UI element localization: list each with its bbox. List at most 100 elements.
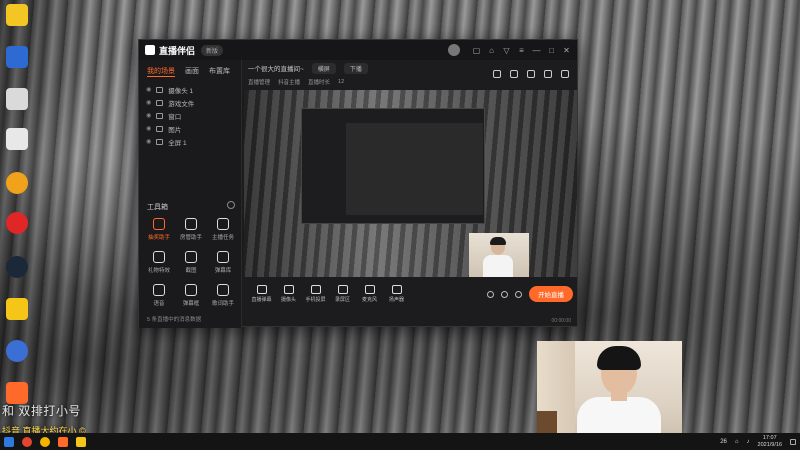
tool-screenshot[interactable]: 截图 bbox=[175, 251, 207, 274]
shirt-icon[interactable]: ▽ bbox=[502, 46, 511, 55]
store-icon[interactable] bbox=[493, 70, 501, 78]
desktop-icon-orange[interactable] bbox=[6, 382, 28, 404]
gift-icon bbox=[153, 251, 165, 263]
source-row[interactable]: ◉ 游戏文件 bbox=[139, 96, 241, 109]
tool-voice[interactable]: 语音 bbox=[143, 284, 175, 307]
start-live-button[interactable]: 开始直播 bbox=[529, 286, 573, 302]
monitor-icon bbox=[256, 285, 267, 294]
ctrl-label: 录屏区 bbox=[334, 297, 350, 303]
box-icon bbox=[185, 284, 197, 296]
tool-label: 截图 bbox=[185, 268, 197, 274]
gift-icon[interactable]: ⌂ bbox=[487, 46, 496, 55]
eye-icon[interactable]: ◉ bbox=[146, 99, 151, 106]
version-badge[interactable]: 新版 bbox=[201, 44, 224, 56]
wifi-icon[interactable]: ⌂ bbox=[735, 439, 739, 445]
chrome-icon[interactable] bbox=[40, 436, 50, 447]
eye-icon[interactable] bbox=[501, 290, 508, 298]
ctrl-label: 麦克风 bbox=[361, 297, 377, 303]
source-row[interactable]: ◉ 全屏 1 bbox=[139, 135, 241, 148]
ctrl-mic[interactable]: 麦克风 bbox=[356, 285, 383, 303]
tool-lyrics[interactable]: 歌词助手 bbox=[207, 284, 239, 307]
camera-source-icon bbox=[156, 86, 164, 93]
ctrl-label: 摄像头 bbox=[280, 297, 296, 303]
desktop-icon-file[interactable] bbox=[6, 88, 28, 110]
tool-tasks[interactable]: 主播任务 bbox=[207, 218, 239, 241]
ctrl-record-area[interactable]: 录屏区 bbox=[329, 285, 356, 303]
desktop-icon-game[interactable] bbox=[6, 172, 28, 194]
notification-icon[interactable] bbox=[790, 438, 796, 445]
message-icon[interactable]: ▢ bbox=[472, 46, 481, 55]
desktop-icon-app-yellow[interactable] bbox=[6, 298, 28, 320]
streamer-hair bbox=[597, 346, 641, 370]
settings-icon[interactable] bbox=[515, 290, 522, 298]
meta-manage[interactable]: 直播管理 bbox=[248, 78, 270, 86]
ctrl-danmu[interactable]: 直播弹幕 bbox=[248, 285, 275, 303]
minimize-icon[interactable]: — bbox=[532, 46, 541, 55]
nested-preview-inner bbox=[346, 123, 483, 215]
tool-gift-effects[interactable]: 礼物特效 bbox=[143, 251, 175, 274]
sidebar-footer[interactable]: 5 条直播中的消息数据 bbox=[147, 315, 201, 323]
ctrl-camera[interactable]: 摄像头 bbox=[275, 285, 302, 303]
desktop-icon-document[interactable] bbox=[6, 128, 28, 150]
play-icon bbox=[337, 285, 348, 294]
tool-label: 弹幕库 bbox=[214, 268, 232, 274]
stream-preview[interactable] bbox=[244, 90, 577, 277]
orientation-pill[interactable]: 横屏 bbox=[311, 62, 336, 74]
tool-lottery[interactable]: 抽奖助手 bbox=[143, 218, 175, 241]
status-pill[interactable]: 下播 bbox=[343, 62, 368, 74]
clock-date: 2021/9/16 bbox=[757, 441, 782, 448]
bell-icon[interactable] bbox=[544, 70, 552, 78]
source-label: 全屏 1 bbox=[168, 139, 187, 147]
menu-icon[interactable]: ≡ bbox=[517, 46, 526, 55]
source-row[interactable]: ◉ 摄像头 1 bbox=[139, 83, 241, 96]
music-icon bbox=[217, 284, 229, 296]
desktop-icon-app[interactable] bbox=[6, 46, 28, 68]
source-row[interactable]: ◉ 图片 bbox=[139, 122, 241, 135]
source-row[interactable]: ◉ 窗口 bbox=[139, 109, 241, 122]
taskbar-live-icon[interactable] bbox=[58, 436, 68, 447]
copy-icon[interactable] bbox=[527, 70, 535, 78]
clock[interactable]: 17:07 2021/9/16 bbox=[758, 435, 782, 449]
tools-settings-icon[interactable] bbox=[227, 201, 235, 209]
maximize-icon[interactable]: □ bbox=[547, 46, 556, 55]
livestream-app-window: 直播伴侣 新版 ▢ ⌂ ▽ ≡ — □ ✕ 我的场景 画面 布置库 ◉ 摄像头 1… bbox=[138, 39, 579, 328]
status-bar: 00:00:00 bbox=[242, 315, 579, 326]
desktop-icon-folder[interactable] bbox=[6, 4, 28, 26]
eye-icon[interactable]: ◉ bbox=[146, 125, 151, 132]
desktop-icon-netease-music[interactable] bbox=[6, 212, 28, 234]
close-icon[interactable]: ✕ bbox=[562, 46, 571, 55]
tray-language[interactable]: 26 bbox=[720, 439, 727, 445]
app-name: 直播伴侣 bbox=[159, 45, 196, 56]
tools-grid: 抽奖助手 房管助手 主播任务 礼物特效 截图 弹幕库 语音 弹幕框 歌词助手 bbox=[143, 218, 239, 307]
preview-webcam[interactable] bbox=[469, 233, 529, 277]
tab-scenes[interactable]: 我的场景 bbox=[147, 66, 175, 77]
taskbar: 26 ⌂ ♪ 17:07 2021/9/16 bbox=[0, 433, 800, 450]
streamer-body bbox=[483, 255, 513, 277]
eye-icon[interactable]: ◉ bbox=[146, 138, 151, 145]
source-label: 游戏文件 bbox=[168, 100, 195, 108]
taskbar-folder-icon[interactable] bbox=[76, 436, 86, 447]
meta-anchor[interactable]: 抖音主播 bbox=[278, 78, 300, 86]
tool-room-admin[interactable]: 房管助手 bbox=[175, 218, 207, 241]
desktop-icon-steam[interactable] bbox=[6, 256, 28, 278]
record-icon[interactable] bbox=[487, 290, 494, 298]
share-icon[interactable] bbox=[561, 70, 569, 78]
stream-title[interactable]: 一个很大的直播间~ bbox=[248, 63, 304, 73]
desktop-icon-network[interactable] bbox=[6, 340, 28, 362]
volume-icon[interactable]: ♪ bbox=[747, 439, 750, 445]
tab-library[interactable]: 布置库 bbox=[209, 66, 230, 77]
eye-icon[interactable]: ◉ bbox=[146, 112, 151, 119]
ctrl-speaker[interactable]: 扬声器 bbox=[383, 285, 410, 303]
tab-canvas[interactable]: 画面 bbox=[185, 66, 199, 77]
tool-danmu-box[interactable]: 弹幕框 bbox=[175, 284, 207, 307]
ctrl-label: 直播弹幕 bbox=[251, 297, 272, 303]
eye-icon[interactable]: ◉ bbox=[146, 86, 151, 93]
tool-danmu-library[interactable]: 弹幕库 bbox=[207, 251, 239, 274]
user-icon bbox=[185, 218, 197, 230]
ctrl-phone-cast[interactable]: 手机投屏 bbox=[302, 285, 329, 303]
speaker-icon bbox=[391, 285, 402, 294]
taskbar-app-icon[interactable] bbox=[22, 436, 32, 447]
windows-start-icon[interactable] bbox=[4, 436, 14, 447]
shop-icon[interactable] bbox=[510, 70, 518, 78]
user-avatar[interactable] bbox=[448, 44, 460, 56]
